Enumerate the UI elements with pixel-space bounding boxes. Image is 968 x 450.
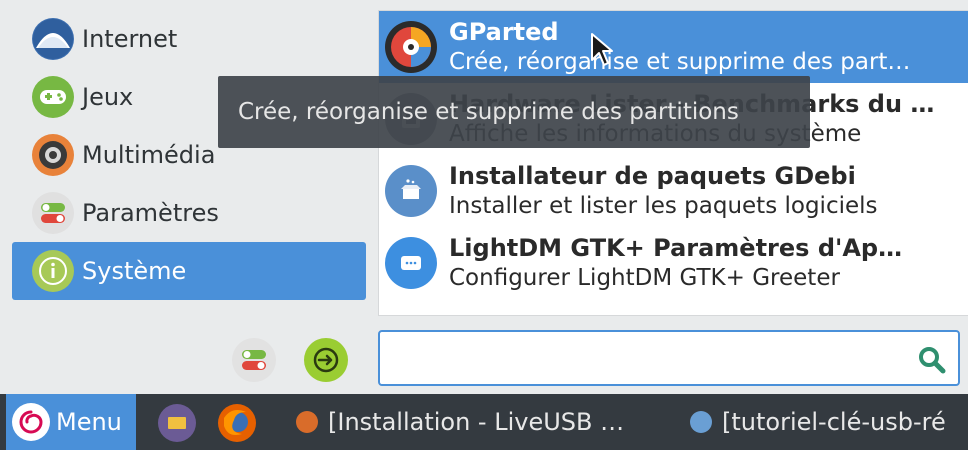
menu-label: Menu	[56, 408, 122, 436]
file-manager-launcher-icon[interactable]	[158, 404, 196, 442]
logout-button[interactable]	[304, 338, 348, 382]
firefox-launcher-icon[interactable]	[218, 404, 256, 442]
app-description: Installer et lister les paquets logiciel…	[449, 193, 878, 219]
app-description: Crée, réorganise et supprime des part…	[449, 49, 911, 75]
mouse-cursor-icon	[591, 33, 613, 66]
debian-logo-icon	[12, 403, 50, 441]
settings-button[interactable]	[232, 338, 276, 382]
games-icon	[32, 76, 74, 118]
category-internet[interactable]: Internet	[12, 10, 366, 68]
category-label: Multimédia	[82, 141, 216, 169]
whisker-menu: Internet Jeux Multimédia Paramètres Syst…	[0, 0, 968, 394]
tooltip: Crée, réorganise et supprime des partiti…	[218, 76, 810, 148]
task-installation-liveusb[interactable]: [Installation - LiveUSB …	[296, 394, 624, 450]
app-gparted[interactable]: GParted Crée, réorganise et supprime des…	[379, 11, 968, 83]
taskbar: Menu [Installation - LiveUSB … [tutoriel…	[0, 394, 968, 450]
application-list: GParted Crée, réorganise et supprime des…	[378, 10, 968, 316]
app-name: GParted	[449, 18, 559, 46]
settings-icon	[32, 192, 74, 234]
task-tutoriel[interactable]: [tutoriel-clé-usb-ré	[690, 394, 946, 450]
firefox-task-icon	[296, 411, 318, 433]
multimedia-icon	[32, 134, 74, 176]
search-icon[interactable]	[916, 344, 948, 376]
category-systeme[interactable]: Système	[12, 242, 366, 300]
app-name: LightDM GTK+ Paramètres d'Ap…	[449, 234, 903, 262]
category-label: Internet	[82, 25, 178, 53]
app-name: Installateur de paquets GDebi	[449, 162, 856, 190]
app-gdebi[interactable]: Installateur de paquets GDebi Installer …	[379, 155, 968, 227]
category-list: Internet Jeux Multimédia Paramètres Syst…	[12, 10, 366, 300]
search-input[interactable]	[390, 342, 914, 376]
app-text: GParted Crée, réorganise et supprime des…	[449, 17, 910, 77]
category-label: Système	[82, 257, 187, 285]
category-label: Paramètres	[82, 199, 219, 227]
category-parametres[interactable]: Paramètres	[12, 184, 366, 242]
tooltip-text: Crée, réorganise et supprime des partiti…	[238, 99, 739, 125]
app-text: LightDM GTK+ Paramètres d'Ap… Configurer…	[449, 233, 902, 293]
menu-button[interactable]: Menu	[6, 394, 136, 450]
task-label: [Installation - LiveUSB …	[328, 408, 625, 436]
app-lightdm-settings[interactable]: LightDM GTK+ Paramètres d'Ap… Configurer…	[379, 227, 968, 299]
app-text: Installateur de paquets GDebi Installer …	[449, 161, 878, 221]
task-label: [tutoriel-clé-usb-ré	[722, 408, 946, 436]
internet-icon	[32, 18, 74, 60]
gdebi-icon	[385, 165, 437, 217]
system-icon	[32, 250, 74, 292]
gparted-icon	[385, 21, 437, 73]
lightdm-icon	[385, 237, 437, 289]
editor-task-icon	[690, 411, 712, 433]
category-label: Jeux	[82, 83, 134, 111]
search-field[interactable]	[378, 330, 960, 386]
app-description: Configurer LightDM GTK+ Greeter	[449, 265, 840, 291]
